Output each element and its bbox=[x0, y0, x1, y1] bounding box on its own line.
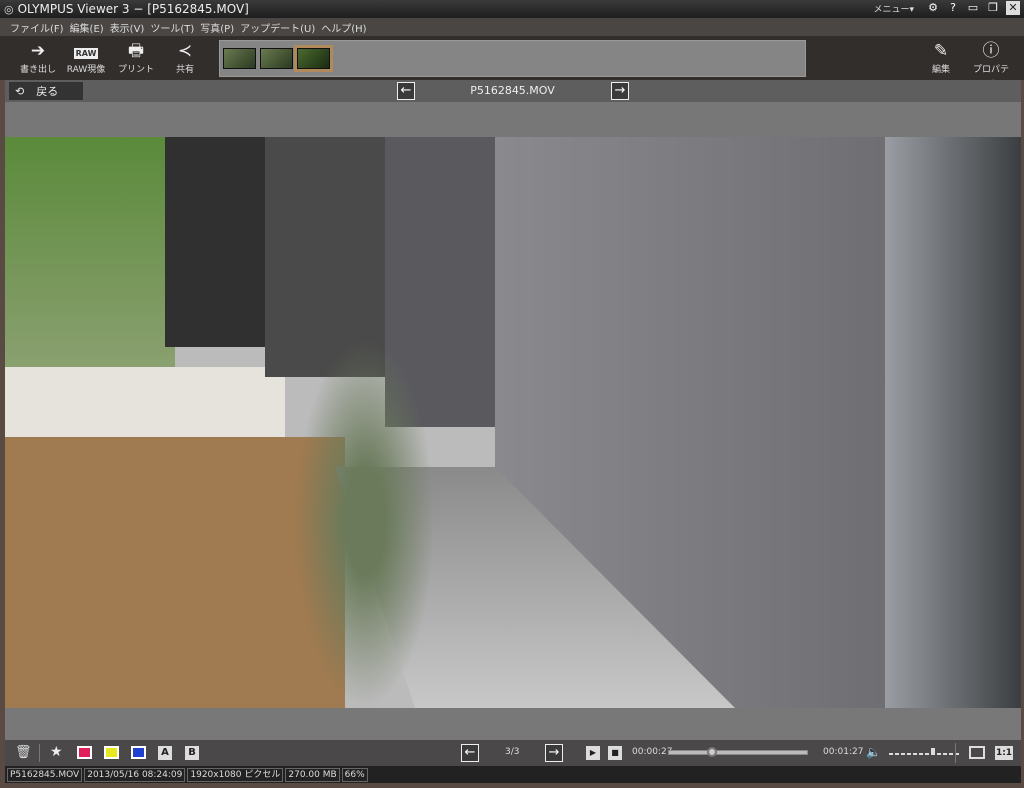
minimize-button[interactable]: ▭ bbox=[966, 1, 980, 15]
status-filename: P5162845.MOV bbox=[7, 767, 83, 782]
actual-size-button[interactable]: 1:1 bbox=[995, 746, 1013, 760]
volume-step[interactable] bbox=[943, 753, 947, 755]
print-button[interactable]: 🖶 プリント bbox=[116, 40, 156, 75]
pencil-icon: ✎ bbox=[933, 41, 949, 61]
prev-file-button[interactable]: ← bbox=[461, 744, 479, 762]
info-icon: ⓘ bbox=[982, 41, 1000, 61]
volume-step[interactable] bbox=[931, 748, 935, 755]
close-button[interactable]: ✕ bbox=[1006, 1, 1020, 15]
share-button[interactable]: ≺ 共有 bbox=[165, 40, 205, 75]
menu-photo[interactable]: 写真(P) bbox=[200, 20, 234, 35]
preview-margin bbox=[5, 102, 1021, 137]
total-time: 00:01:27 bbox=[823, 747, 864, 757]
volume-step[interactable] bbox=[889, 753, 893, 755]
tag-blue-icon[interactable] bbox=[131, 746, 146, 759]
prev-arrow-button[interactable]: ← bbox=[397, 82, 415, 100]
volume-step[interactable] bbox=[919, 753, 923, 755]
help-icon[interactable]: ? bbox=[946, 1, 960, 15]
raw-label: RAW現像 bbox=[66, 65, 106, 75]
play-button[interactable]: ▶ bbox=[586, 746, 600, 760]
printer-icon: 🖶 bbox=[127, 41, 145, 61]
back-label: 戻る bbox=[36, 85, 59, 98]
seek-handle[interactable] bbox=[707, 747, 718, 757]
title-bar: ◎ OLYMPUS Viewer 3 − [P5162845.MOV] メニュー… bbox=[0, 0, 1024, 18]
status-resolution: 1920x1080 ピクセル bbox=[187, 767, 284, 782]
thumbnail[interactable] bbox=[260, 48, 293, 69]
nav-bar: ⟲ 戻る ← P5162845.MOV → bbox=[5, 80, 1021, 102]
current-time: 00:00:27 bbox=[632, 747, 673, 757]
raw-button[interactable]: RAW RAW現像 bbox=[66, 40, 106, 75]
status-filesize: 270.00 MB bbox=[285, 767, 340, 782]
volume-step[interactable] bbox=[913, 753, 917, 755]
menu-help[interactable]: ヘルプ(H) bbox=[321, 20, 366, 35]
gear-icon[interactable]: ⚙ bbox=[926, 1, 940, 15]
export-button[interactable]: ➔ 書き出し bbox=[18, 40, 58, 75]
menu-tools[interactable]: ツール(T) bbox=[150, 20, 194, 35]
file-position: 3/3 bbox=[505, 747, 520, 757]
preview-margin bbox=[5, 708, 1021, 740]
next-arrow-button[interactable]: → bbox=[611, 82, 629, 100]
share-label: 共有 bbox=[175, 65, 194, 75]
app-icon: ◎ bbox=[4, 2, 14, 16]
seek-bar[interactable] bbox=[668, 747, 808, 757]
menu-file[interactable]: ファイル(F) bbox=[10, 20, 64, 35]
compare-a-button[interactable]: A bbox=[158, 746, 172, 760]
thumbnail-selected[interactable] bbox=[294, 45, 333, 72]
status-zoom: 66% bbox=[341, 767, 368, 782]
restore-button[interactable]: ❐ bbox=[986, 1, 1000, 15]
stop-button[interactable]: ■ bbox=[608, 746, 622, 760]
raw-icon: RAW bbox=[73, 48, 99, 59]
volume-step[interactable] bbox=[937, 753, 941, 755]
edit-label: 編集 bbox=[931, 65, 950, 75]
volume-step[interactable] bbox=[907, 753, 911, 755]
volume-step[interactable] bbox=[949, 753, 953, 755]
compare-b-button[interactable]: B bbox=[185, 746, 199, 760]
fit-screen-button[interactable] bbox=[969, 746, 985, 759]
export-icon: ➔ bbox=[30, 41, 46, 61]
file-name: P5162845.MOV bbox=[470, 84, 555, 97]
thumbnail-strip[interactable] bbox=[219, 40, 806, 77]
star-icon[interactable]: ★ bbox=[50, 744, 63, 760]
speaker-icon[interactable]: 🔈 bbox=[866, 745, 881, 759]
status-bar: P5162845.MOV 2013/05/16 08:24:09 1920x10… bbox=[5, 766, 1021, 783]
status-datetime: 2013/05/16 08:24:09 bbox=[84, 767, 186, 782]
menu-bar: ファイル(F) 編集(E) 表示(V) ツール(T) 写真(P) アップデート(… bbox=[0, 18, 1024, 36]
trash-icon[interactable]: 🗑 bbox=[15, 745, 32, 760]
volume-slider[interactable] bbox=[889, 748, 959, 755]
menu-update[interactable]: アップデート(U) bbox=[240, 20, 315, 35]
print-label: プリント bbox=[117, 65, 154, 75]
back-button[interactable]: ⟲ 戻る bbox=[9, 82, 83, 100]
menu-edit[interactable]: 編集(E) bbox=[70, 20, 104, 35]
tag-red-icon[interactable] bbox=[77, 746, 92, 759]
menu-button[interactable]: メニュー▾ bbox=[873, 2, 914, 15]
export-label: 書き出し bbox=[19, 65, 56, 75]
volume-step[interactable] bbox=[925, 753, 929, 755]
video-frame bbox=[5, 137, 1021, 708]
menu-view[interactable]: 表示(V) bbox=[110, 20, 145, 35]
window-title: OLYMPUS Viewer 3 − [P5162845.MOV] bbox=[17, 2, 249, 16]
next-file-button[interactable]: → bbox=[545, 744, 563, 762]
volume-step[interactable] bbox=[901, 753, 905, 755]
thumbnail[interactable] bbox=[223, 48, 256, 69]
edit-button[interactable]: ✎ 編集 bbox=[921, 40, 961, 75]
tag-yellow-icon[interactable] bbox=[104, 746, 119, 759]
volume-step[interactable] bbox=[895, 753, 899, 755]
bottom-toolbar: 🗑 ★ A B ← 3/3 → ▶ ■ 00:00:27 00:01:27 🔈 … bbox=[5, 740, 1021, 766]
share-icon: ≺ bbox=[177, 41, 193, 61]
back-icon: ⟲ bbox=[15, 84, 25, 98]
